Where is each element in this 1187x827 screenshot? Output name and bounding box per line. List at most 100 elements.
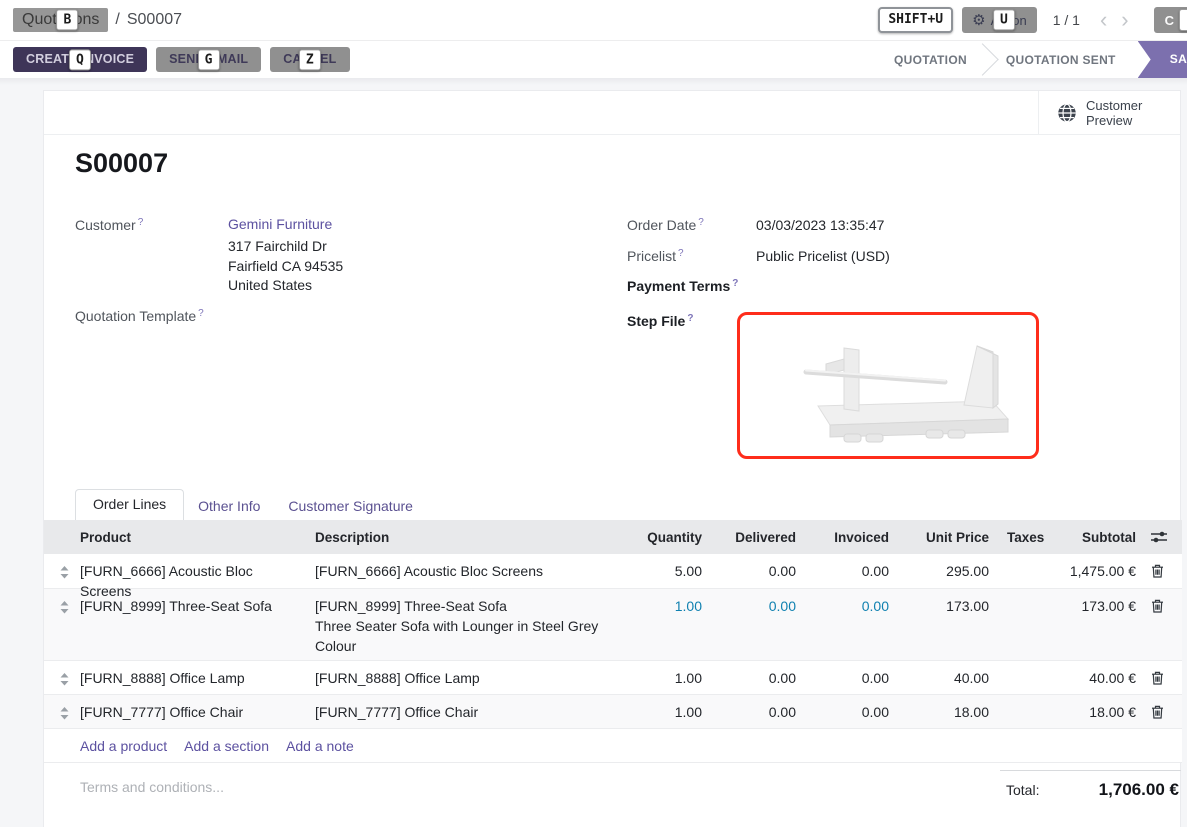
drag-handle[interactable]: [44, 695, 77, 728]
taxes-cell[interactable]: [999, 554, 1047, 588]
product-cell[interactable]: [FURN_7777] Office Chair: [77, 695, 311, 728]
description-cell[interactable]: [FURN_6666] Acoustic Bloc Screens: [311, 554, 625, 588]
col-quantity[interactable]: Quantity: [625, 520, 712, 554]
taxes-cell[interactable]: [999, 661, 1047, 694]
unit-price-cell[interactable]: 173.00: [899, 589, 999, 660]
record-pager: 1 / 1: [1053, 12, 1080, 28]
invoiced-cell[interactable]: 0.00: [806, 554, 899, 588]
delete-row-button[interactable]: [1146, 695, 1181, 728]
delivered-cell[interactable]: 0.00: [712, 695, 806, 728]
invoiced-cell[interactable]: 0.00: [806, 661, 899, 694]
delete-row-button[interactable]: [1146, 554, 1181, 588]
stage-quotation-sent[interactable]: QUOTATION SENT: [990, 53, 1132, 67]
drag-handle[interactable]: [44, 661, 77, 694]
pricelist-value[interactable]: Public Pricelist (USD): [756, 248, 890, 264]
trash-icon: [1151, 671, 1164, 685]
add-a-section-link[interactable]: Add a section: [184, 738, 269, 754]
trash-icon: [1151, 705, 1164, 719]
customer-preview-button[interactable]: Customer Preview: [1038, 91, 1180, 134]
step-file-3d-part-image: [740, 318, 1036, 453]
optional-columns-button[interactable]: [1146, 520, 1181, 554]
drag-handle-icon: [60, 566, 69, 579]
taxes-cell[interactable]: [999, 695, 1047, 728]
top-navbar: Quotations B / S00007 SHIFT+U ⚙ Action U…: [0, 0, 1187, 41]
unit-price-cell[interactable]: 18.00: [899, 695, 999, 728]
topnav-controls: SHIFT+U ⚙ Action U 1 / 1 ‹ › C: [878, 7, 1187, 33]
col-product[interactable]: Product: [77, 520, 311, 554]
order-lines-body: [FURN_6666] Acoustic Bloc Screens [FURN_…: [44, 554, 1182, 763]
edge-cut-button[interactable]: C: [1154, 7, 1187, 33]
sheet-header-strip: Customer Preview: [44, 91, 1180, 135]
pricelist-label: Pricelist?: [627, 248, 684, 264]
quantity-cell[interactable]: 5.00: [625, 554, 712, 588]
help-icon[interactable]: ?: [687, 313, 693, 324]
subtotal-cell: 40.00 €: [1047, 661, 1146, 694]
description-cell[interactable]: [FURN_7777] Office Chair: [311, 695, 625, 728]
tab-order-lines[interactable]: Order Lines: [75, 489, 184, 520]
hint-badge-b: B: [56, 9, 78, 30]
pager-next-icon[interactable]: ›: [1121, 10, 1128, 30]
help-icon[interactable]: ?: [732, 278, 738, 289]
action-buttons: CREATE INVOICE Q SEND EMAIL G CANCEL Z: [13, 47, 350, 72]
hint-badge-u: U: [993, 9, 1015, 30]
add-a-product-link[interactable]: Add a product: [80, 738, 167, 754]
col-taxes[interactable]: Taxes: [999, 520, 1047, 554]
product-cell[interactable]: [FURN_6666] Acoustic Bloc Screens: [77, 554, 311, 588]
unit-price-cell[interactable]: 295.00: [899, 554, 999, 588]
taxes-cell[interactable]: [999, 589, 1047, 660]
tab-customer-signature[interactable]: Customer Signature: [274, 492, 427, 520]
delivered-cell[interactable]: 0.00: [712, 661, 806, 694]
unit-price-cell[interactable]: 40.00: [899, 661, 999, 694]
delivered-cell[interactable]: 0.00: [712, 589, 806, 660]
total-label: Total:: [1006, 782, 1039, 798]
send-email-button[interactable]: SEND EMAIL G: [156, 47, 261, 72]
globe-icon: [1057, 103, 1077, 123]
action-menu-button[interactable]: ⚙ Action U: [962, 7, 1037, 33]
shortcut-badge-shift-u: SHIFT+U: [878, 7, 953, 32]
customer-field-value: Gemini Furniture 317 Fairchild Dr Fairfi…: [228, 216, 343, 296]
tab-other-info[interactable]: Other Info: [184, 492, 274, 520]
help-icon[interactable]: ?: [698, 217, 704, 228]
terms-and-conditions-placeholder[interactable]: Terms and conditions...: [80, 779, 224, 795]
delete-row-button[interactable]: [1146, 661, 1181, 694]
table-row[interactable]: [FURN_7777] Office Chair [FURN_7777] Off…: [44, 695, 1182, 729]
add-a-note-link[interactable]: Add a note: [286, 738, 354, 754]
form-sheet: Customer Preview S00007 Customer? Gemini…: [43, 90, 1181, 827]
col-delivered[interactable]: Delivered: [712, 520, 806, 554]
trash-icon: [1151, 599, 1164, 613]
delivered-cell[interactable]: 0.00: [712, 554, 806, 588]
product-cell[interactable]: [FURN_8888] Office Lamp: [77, 661, 311, 694]
create-invoice-button[interactable]: CREATE INVOICE Q: [13, 47, 147, 72]
drag-handle[interactable]: [44, 589, 77, 660]
app-window: Quotations B / S00007 SHIFT+U ⚙ Action U…: [0, 0, 1187, 827]
stage-sales-order-active[interactable]: SALES ORDER: [1138, 41, 1187, 78]
help-icon[interactable]: ?: [138, 217, 144, 228]
description-cell[interactable]: [FURN_8999] Three-Seat Sofa Three Seater…: [311, 589, 625, 660]
col-subtotal[interactable]: Subtotal: [1047, 520, 1146, 554]
col-invoiced[interactable]: Invoiced: [806, 520, 899, 554]
table-row[interactable]: [FURN_6666] Acoustic Bloc Screens [FURN_…: [44, 554, 1182, 589]
quantity-cell[interactable]: 1.00: [625, 589, 712, 660]
invoiced-cell[interactable]: 0.00: [806, 695, 899, 728]
delete-row-button[interactable]: [1146, 589, 1181, 660]
breadcrumb-app-link[interactable]: Quotations B: [13, 8, 108, 32]
step-file-image-frame[interactable]: [737, 312, 1039, 459]
table-row[interactable]: [FURN_8888] Office Lamp [FURN_8888] Offi…: [44, 661, 1182, 695]
help-icon[interactable]: ?: [678, 248, 684, 259]
quantity-cell[interactable]: 1.00: [625, 695, 712, 728]
description-cell[interactable]: [FURN_8888] Office Lamp: [311, 661, 625, 694]
handle-header-cell: [44, 520, 77, 554]
drag-handle[interactable]: [44, 554, 77, 588]
order-date-value[interactable]: 03/03/2023 13:35:47: [756, 217, 884, 233]
table-row[interactable]: [FURN_8999] Three-Seat Sofa [FURN_8999] …: [44, 589, 1182, 661]
customer-link[interactable]: Gemini Furniture: [228, 216, 332, 232]
cancel-button[interactable]: CANCEL Z: [270, 47, 349, 72]
col-unit-price[interactable]: Unit Price: [899, 520, 999, 554]
invoiced-cell[interactable]: 0.00: [806, 589, 899, 660]
help-icon[interactable]: ?: [198, 308, 204, 319]
product-cell[interactable]: [FURN_8999] Three-Seat Sofa: [77, 589, 311, 660]
quantity-cell[interactable]: 1.00: [625, 661, 712, 694]
pager-prev-icon[interactable]: ‹: [1100, 10, 1107, 30]
col-description[interactable]: Description: [311, 520, 625, 554]
payment-terms-label: Payment Terms?: [627, 278, 738, 294]
